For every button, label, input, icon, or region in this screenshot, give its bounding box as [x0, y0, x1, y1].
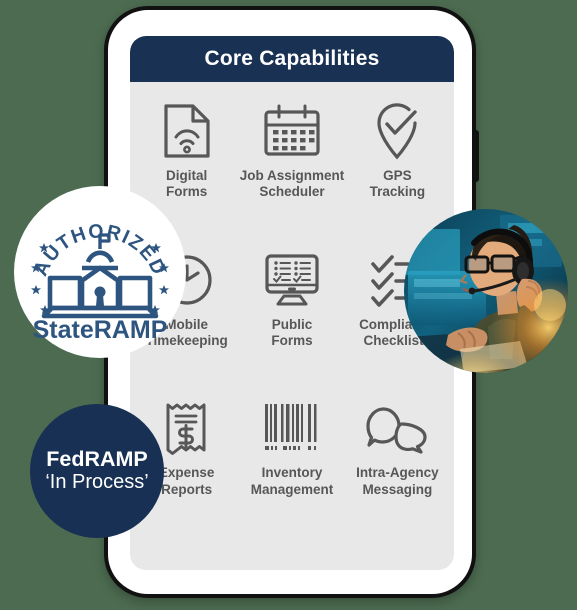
capability-item-gps-tracking[interactable]: GPS Tracking	[345, 90, 450, 239]
document-wifi-icon	[163, 100, 211, 162]
dispatcher-photo	[404, 209, 568, 373]
fedramp-wordmark: FedRAMP	[46, 446, 148, 471]
app-header: Core Capabilities	[130, 36, 454, 82]
receipt-dollar-icon	[163, 397, 211, 459]
capability-label: Expense Reports	[158, 465, 215, 497]
fedramp-in-process-badge: FedRAMP ‘In Process’	[30, 404, 164, 538]
capability-label: Public Forms	[271, 316, 313, 349]
fedramp-status-text: ‘In Process’	[45, 471, 149, 494]
capability-label: Inventory Management	[250, 465, 334, 497]
calendar-icon	[262, 100, 322, 162]
stateramp-authorized-badge: AUTHORIZED StateRAMP	[14, 186, 186, 358]
map-pin-check-icon	[371, 100, 423, 162]
stateramp-logo: AUTHORIZED StateRAMP	[30, 220, 170, 344]
page-title: Core Capabilities	[204, 47, 380, 70]
monitor-forms-icon	[263, 249, 321, 311]
stateramp-wordmark: StateRAMP	[33, 316, 168, 344]
capability-label: Intra-Agency Messaging	[356, 465, 439, 497]
phone-side-button[interactable]	[475, 130, 479, 182]
capability-item-public-forms[interactable]: Public Forms	[239, 239, 344, 388]
dispatcher-photo-illustration	[404, 209, 568, 373]
capability-item-inventory-management[interactable]: Inventory Management	[239, 387, 344, 536]
capability-label: Job Assignment Scheduler	[239, 168, 345, 200]
capability-item-job-assignment-scheduler[interactable]: Job Assignment Scheduler	[239, 90, 344, 239]
barcode-icon	[262, 397, 322, 459]
capability-item-intra-agency-messaging[interactable]: Intra-Agency Messaging	[345, 387, 450, 536]
capability-label: GPS Tracking	[369, 168, 426, 200]
chat-bubbles-icon	[366, 397, 428, 459]
